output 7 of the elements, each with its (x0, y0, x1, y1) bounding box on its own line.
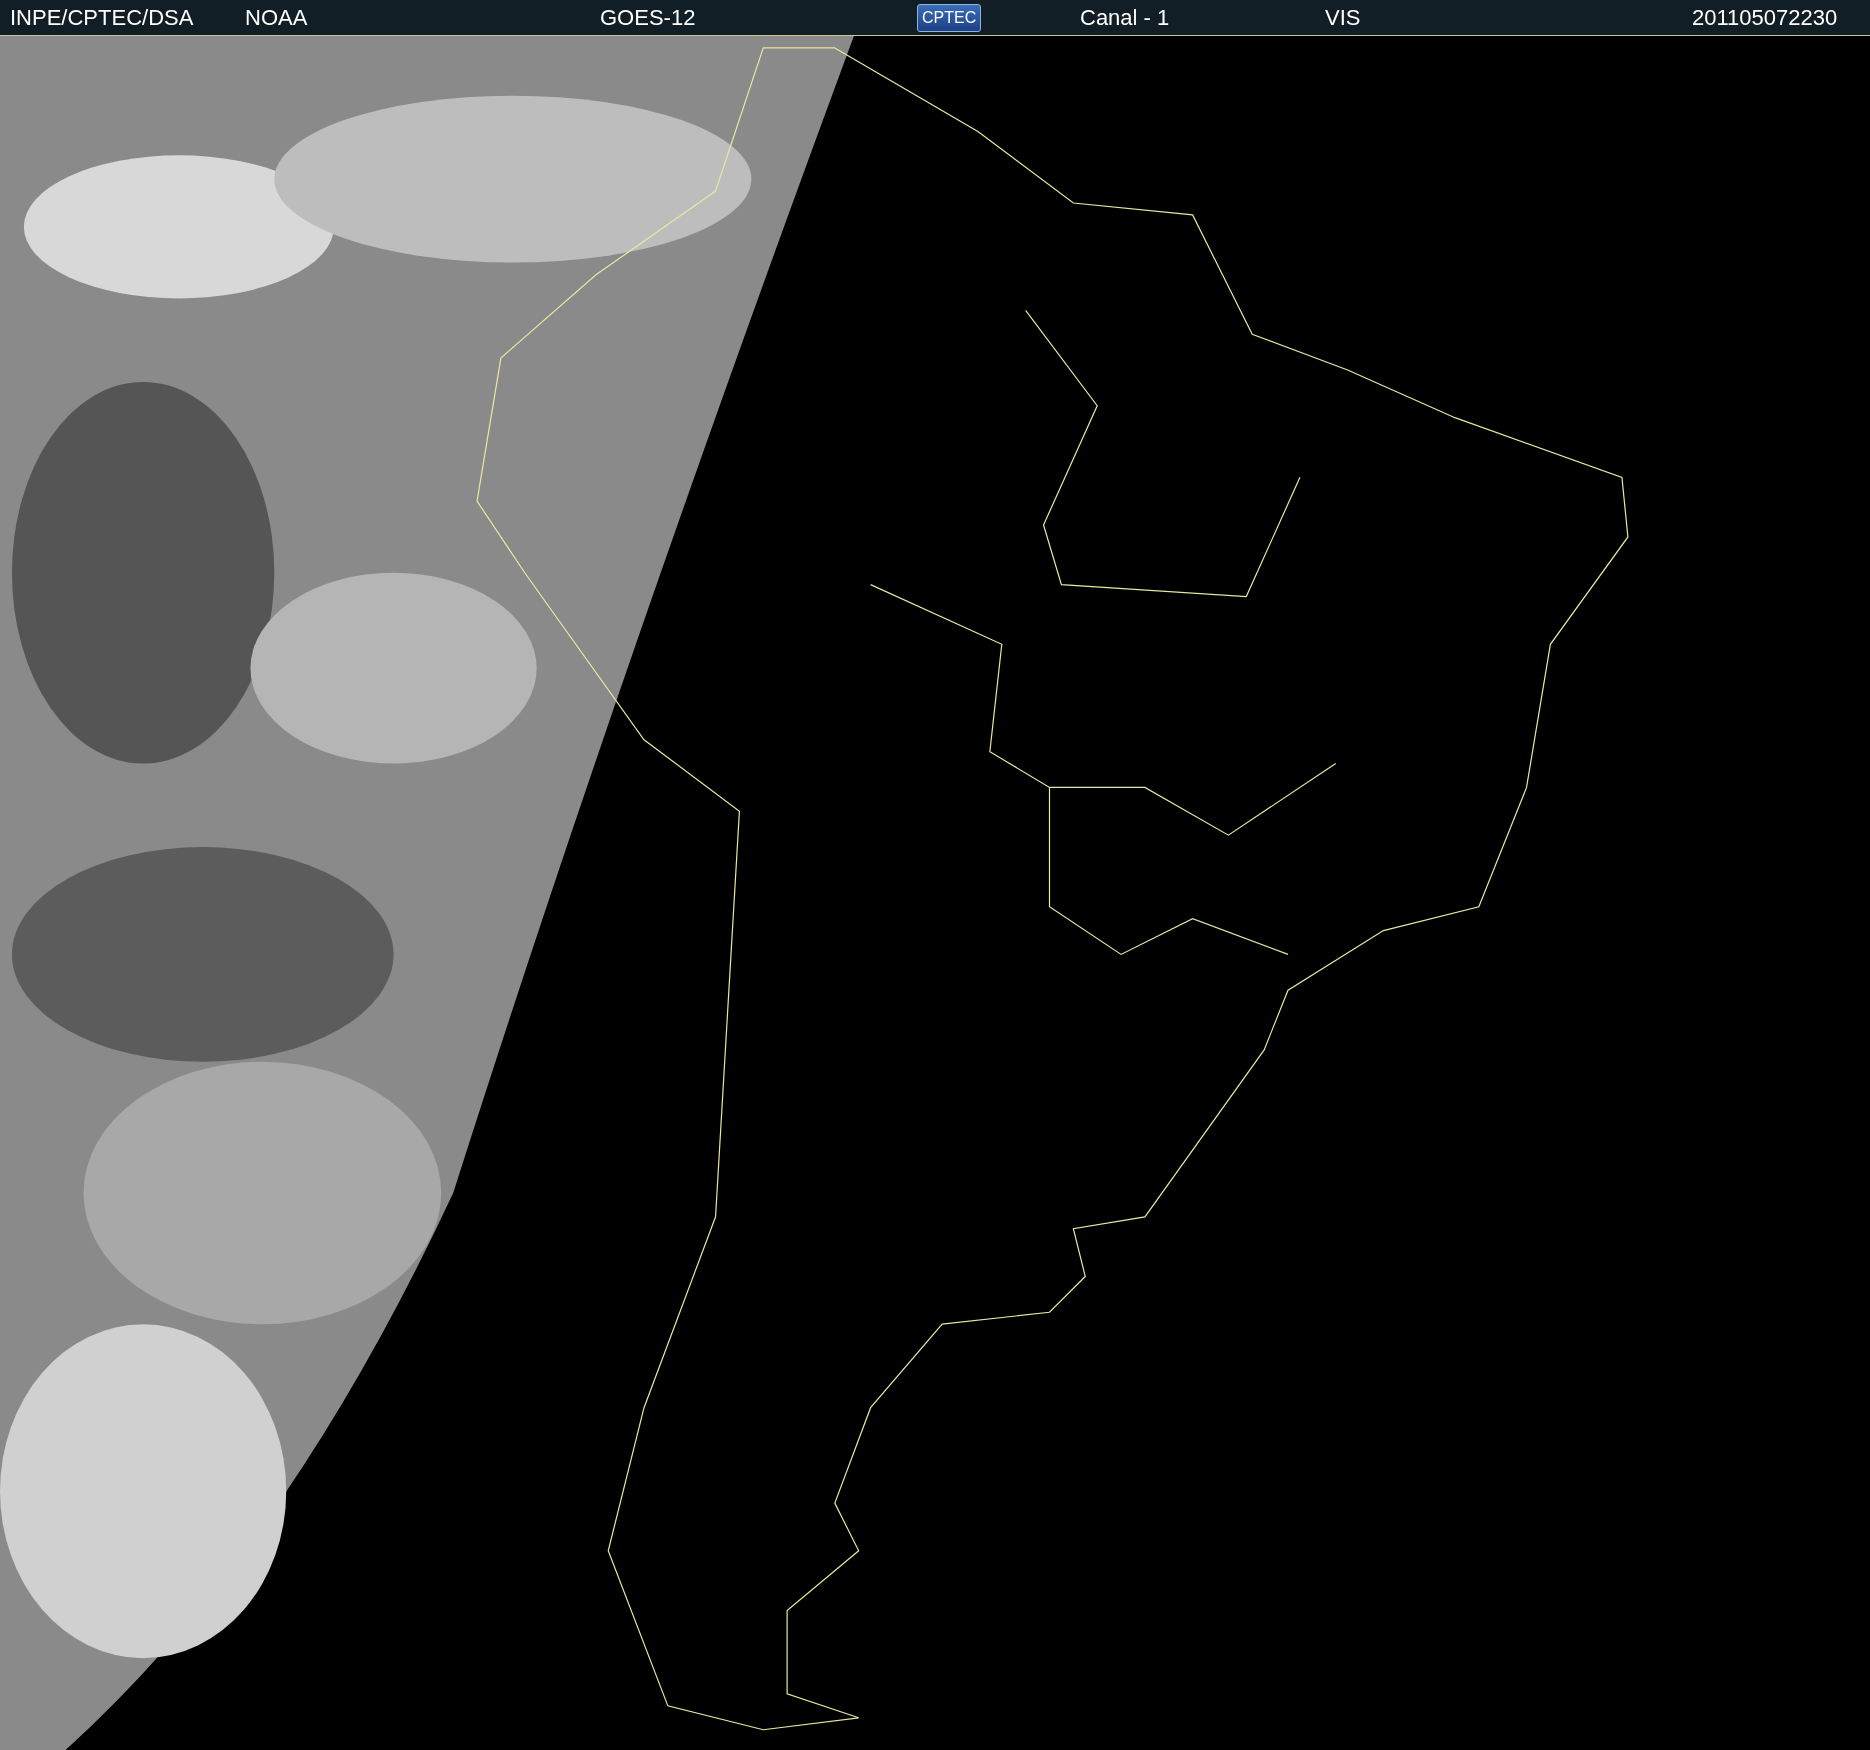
agency-label: INPE/CPTEC/DSA (10, 4, 194, 31)
satellite-label: GOES-12 (600, 4, 696, 31)
channel-label: Canal - 1 (1080, 4, 1170, 31)
logo: CPTEC (917, 3, 982, 32)
band-label: VIS (1325, 4, 1361, 31)
timestamp-label: 201105072230 (1692, 4, 1838, 31)
source-label: NOAA (245, 4, 308, 31)
